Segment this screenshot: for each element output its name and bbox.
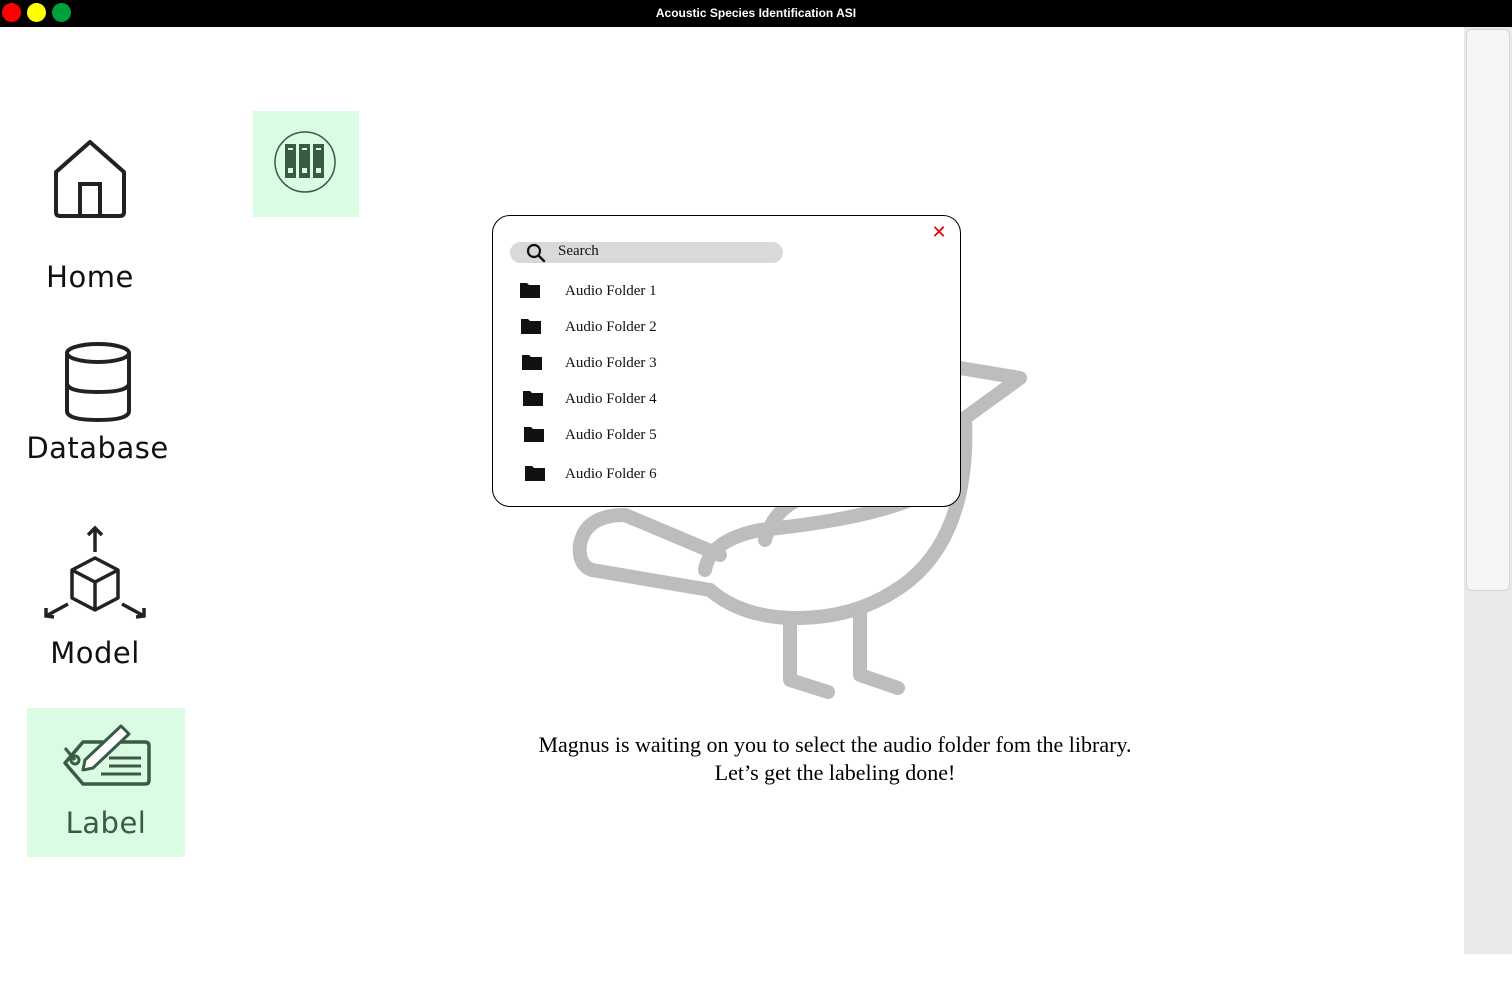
folder-item[interactable]: Audio Folder 4 xyxy=(513,387,933,417)
folder-icon xyxy=(525,466,545,481)
folder-item[interactable]: Audio Folder 5 xyxy=(513,423,933,453)
model-cube-icon xyxy=(44,525,146,619)
sidebar-item-label: Model xyxy=(50,636,140,670)
home-icon xyxy=(54,140,126,218)
folder-icon xyxy=(520,283,540,298)
sidebar-item-model[interactable]: Model xyxy=(30,520,160,680)
folder-icon xyxy=(521,319,541,334)
folder-name: Audio Folder 4 xyxy=(565,391,657,407)
folder-name: Audio Folder 2 xyxy=(565,319,657,335)
search-icon xyxy=(526,243,546,263)
sidebar-item-database[interactable]: Database xyxy=(20,335,175,475)
label-tag-icon xyxy=(63,724,151,786)
folder-item[interactable]: Audio Folder 1 xyxy=(513,279,933,309)
sidebar-item-label: Label xyxy=(65,806,147,840)
folder-name: Audio Folder 5 xyxy=(565,427,657,443)
folder-select-dialog: ✕ Search Audio Folder 1 Audio Folder 2 A… xyxy=(492,215,961,507)
folder-name: Audio Folder 1 xyxy=(565,283,657,299)
library-button[interactable] xyxy=(253,111,359,217)
folder-name: Audio Folder 3 xyxy=(565,355,657,371)
vertical-scrollbar[interactable] xyxy=(1464,27,1512,954)
message-line-2: Let’s get the labeling done! xyxy=(714,760,956,785)
message-line-1: Magnus is waiting on you to select the a… xyxy=(538,732,1132,757)
title-bar: Acoustic Species Identification ASI xyxy=(0,0,1512,27)
folder-item[interactable]: Audio Folder 3 xyxy=(513,351,933,381)
window-title: Acoustic Species Identification ASI xyxy=(655,6,857,20)
database-icon xyxy=(64,342,131,423)
folder-item[interactable]: Audio Folder 6 xyxy=(513,462,933,492)
folder-name: Audio Folder 6 xyxy=(565,466,657,482)
folder-icon xyxy=(523,391,543,406)
search-placeholder: Search xyxy=(558,243,599,259)
sidebar-item-label-tool[interactable]: Label xyxy=(27,708,185,857)
folder-icon xyxy=(522,355,542,370)
search-input[interactable]: Search xyxy=(510,242,783,263)
close-icon[interactable]: ✕ xyxy=(930,224,948,242)
library-books-icon xyxy=(274,131,336,193)
sidebar-item-label: Home xyxy=(46,260,134,294)
sidebar-item-home[interactable]: Home xyxy=(30,130,150,310)
folder-item[interactable]: Audio Folder 2 xyxy=(513,315,933,345)
folder-icon xyxy=(524,427,544,442)
empty-state-message: Magnus is waiting on you to select the a… xyxy=(470,731,1200,787)
scrollbar-thumb[interactable] xyxy=(1466,29,1510,591)
sidebar-item-label: Database xyxy=(26,431,169,465)
